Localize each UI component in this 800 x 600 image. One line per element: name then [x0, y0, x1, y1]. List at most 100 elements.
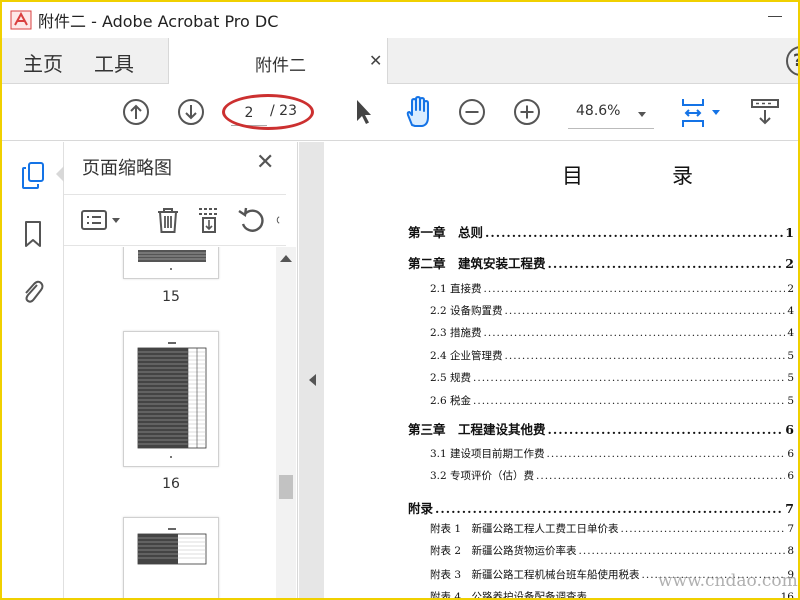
toc-entry-page: 7	[787, 523, 794, 535]
annotation-ellipse	[222, 94, 314, 130]
scroll-up-icon[interactable]	[280, 255, 292, 262]
tab-document-label: 附件二	[255, 56, 306, 76]
minimize-button[interactable]	[768, 6, 782, 26]
toc-leader-dots	[548, 422, 784, 437]
close-tab-icon[interactable]: ✕	[369, 51, 382, 70]
toc-entry-title: 第二章 建筑安装工程费	[408, 256, 546, 271]
toc-leader-dots	[548, 256, 784, 271]
toc-entry[interactable]: 3.1 建设项目前期工作费 6	[408, 446, 794, 466]
thumbnail-list: 15 16	[64, 247, 274, 598]
toc-entry[interactable]: 2.1 直接费 2	[408, 281, 794, 301]
app-logo-icon	[6, 6, 36, 34]
toolbar: 2 / 23 48.6%	[2, 85, 798, 141]
collapse-arrow-icon[interactable]	[309, 374, 316, 386]
zoom-level-dropdown[interactable]: 48.6%	[568, 99, 654, 129]
help-button[interactable]: ?	[786, 46, 798, 76]
scroll-mode-icon[interactable]	[749, 97, 781, 127]
rotate-clockwise-icon[interactable]	[276, 207, 288, 233]
toc-entry[interactable]: 2.5 规费 5	[408, 370, 794, 390]
chevron-down-icon	[638, 112, 646, 117]
toc-entry-page: 7	[785, 501, 794, 516]
toc-leader-dots	[547, 448, 786, 460]
window-title: 附件二 - Adobe Acrobat Pro DC	[38, 12, 279, 31]
toc-entry-page: 4	[787, 305, 794, 317]
tab-document[interactable]: 附件二 ✕	[168, 38, 388, 84]
select-cursor-icon[interactable]	[352, 97, 374, 127]
toc-entry-title: 2.5 规费	[430, 372, 472, 384]
thumbnails-panel-title: 页面缩略图	[82, 158, 172, 179]
toc-heading: 目 录	[562, 164, 727, 188]
toc-entry-page: 4	[787, 327, 794, 339]
zoom-in-icon[interactable]	[512, 97, 542, 127]
page-thumbnails-icon[interactable]	[18, 160, 48, 192]
options-menu-icon[interactable]	[80, 207, 126, 235]
thumbnail-scrollbar[interactable]	[276, 247, 296, 598]
toc-entry-title: 附表 1 新疆公路工程人工费工日单价表	[430, 523, 619, 535]
next-page-icon[interactable]	[176, 97, 206, 127]
toc-entry-page: 8	[787, 545, 794, 557]
toc-entry[interactable]: 3.2 专项评价（估）费 6	[408, 468, 794, 488]
toc-entry[interactable]: 2.6 税金 5	[408, 393, 794, 413]
hand-tool-icon[interactable]	[402, 95, 434, 129]
toc-entry-page: 5	[787, 372, 794, 384]
toc-entry[interactable]: 2.2 设备购置费 4	[408, 303, 794, 323]
toc-entry-title: 附表 2 新疆公路货物运价率表	[430, 545, 577, 557]
toc-entry-title: 2.1 直接费	[430, 283, 482, 295]
toc-leader-dots	[473, 395, 785, 407]
toc-entry[interactable]: 附表 1 新疆公路工程人工费工日单价表 7	[408, 521, 794, 541]
fit-page-icon[interactable]	[678, 95, 724, 131]
page-thumbnail-16[interactable]	[123, 331, 219, 467]
watermark-text: www.cndao.com	[658, 571, 798, 591]
toc-entry[interactable]: 第一章 总则 1	[408, 222, 794, 242]
extract-page-icon[interactable]	[195, 205, 223, 235]
toc-entry-page: 6	[785, 422, 794, 437]
toc-entry-page: 6	[787, 448, 794, 460]
toc-entry[interactable]: 2.4 企业管理费 5	[408, 348, 794, 368]
thumbnail-page-number: 16	[162, 476, 180, 492]
toc-entry-page: 16	[780, 591, 794, 600]
toc-leader-dots	[579, 545, 786, 557]
thumbnail-page-number: 15	[162, 289, 180, 305]
toc-entry[interactable]: 第二章 建筑安装工程费 2	[408, 253, 794, 273]
delete-page-icon[interactable]	[154, 205, 182, 235]
toc-entry-page: 6	[787, 470, 794, 482]
toc-leader-dots	[485, 225, 783, 240]
toc-entry-title: 2.2 设备购置费	[430, 305, 503, 317]
left-rail	[2, 142, 64, 598]
toc-leader-dots	[589, 591, 779, 598]
rotate-page-icon[interactable]	[236, 205, 266, 235]
panel-collapse-bar[interactable]	[299, 142, 324, 598]
document-view[interactable]: 目 录 第一章 总则 1 第二章 建筑安装工程费 2 2.1 直接费 2 2.2 设备购置费…	[324, 142, 798, 600]
zoom-level-value: 48.6%	[576, 103, 621, 119]
toc-entry-page: 5	[787, 350, 794, 362]
title-bar: 附件二 - Adobe Acrobat Pro DC	[2, 2, 798, 38]
toc-entry-title: 附录	[408, 501, 434, 516]
toc-leader-dots	[484, 327, 786, 339]
page-thumbnail-15[interactable]	[123, 247, 219, 279]
toc-entry[interactable]: 附表 2 新疆公路货物运价率表 8	[408, 543, 794, 563]
page-thumbnail-17[interactable]	[123, 517, 219, 598]
toc-leader-dots	[505, 350, 786, 362]
toc-entry-title: 附表 4 公路养护设备配备调查表	[430, 591, 588, 600]
toc-entry[interactable]: 2.3 措施费 4	[408, 325, 794, 345]
toc-entry[interactable]: 第三章 工程建设其他费 6	[408, 419, 794, 439]
tab-home[interactable]: 主页	[23, 48, 63, 77]
tab-tools[interactable]: 工具	[94, 48, 134, 77]
toc-entry[interactable]: 附录 7	[408, 498, 794, 518]
toc-entry-title: 第一章 总则	[408, 225, 484, 240]
toc-leader-dots	[505, 305, 786, 317]
previous-page-icon[interactable]	[121, 97, 151, 127]
attachments-icon[interactable]	[18, 276, 48, 308]
close-panel-icon[interactable]: ✕	[256, 150, 274, 175]
rail-active-pointer	[56, 166, 64, 182]
zoom-out-icon[interactable]	[457, 97, 487, 127]
app-window: 附件二 - Adobe Acrobat Pro DC 主页 工具 附件二 ✕ ?…	[0, 0, 800, 600]
toc-leader-dots	[473, 372, 785, 384]
toc-entry-title: 3.2 专项评价（估）费	[430, 470, 535, 482]
thumbnails-panel: 页面缩略图 ✕ 15 16	[64, 142, 298, 598]
bookmarks-icon[interactable]	[18, 218, 48, 250]
thumbnails-toolbar	[64, 194, 286, 246]
toc-entry-page: 2	[785, 256, 794, 271]
scrollbar-thumb[interactable]	[279, 475, 293, 499]
toc-entry-title: 2.4 企业管理费	[430, 350, 503, 362]
